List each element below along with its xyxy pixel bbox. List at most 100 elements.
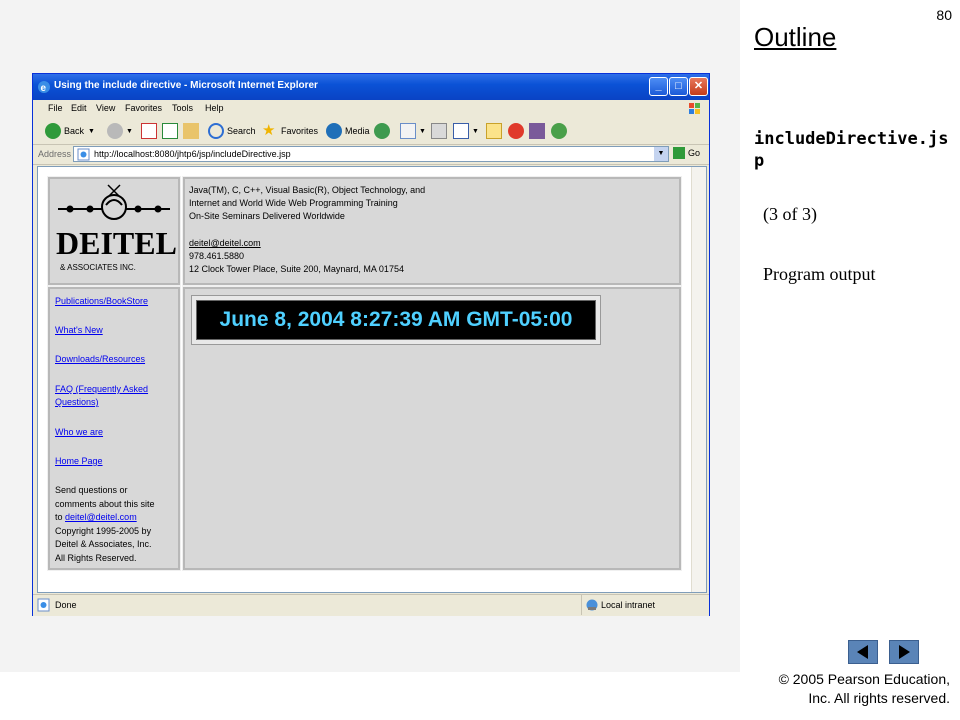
- minimize-button[interactable]: _: [649, 77, 668, 96]
- output-label: Program output: [763, 264, 876, 284]
- maximize-icon: □: [675, 80, 682, 92]
- page-content: DEITEL & ASSOCIATES INC. Java(TM), C, C+…: [37, 166, 707, 593]
- back-label: Back: [64, 126, 85, 136]
- svg-text:e: e: [41, 83, 47, 94]
- part-label: (3 of 3): [763, 204, 817, 224]
- mail-button[interactable]: ▼: [400, 123, 426, 139]
- back-arrow-icon: [45, 123, 61, 139]
- deitel-logo: DEITEL & ASSOCIATES INC.: [56, 184, 177, 272]
- research-button[interactable]: [529, 123, 548, 139]
- copyright-line: © 2005 Pearson Education,: [778, 671, 950, 687]
- menu-bar: File Edit View Favorites Tools Help: [33, 100, 709, 119]
- outline-title[interactable]: Outline: [754, 22, 836, 53]
- print-button[interactable]: [431, 123, 450, 139]
- contacts-button[interactable]: [551, 123, 570, 139]
- media-label: Media: [345, 126, 370, 136]
- back-button[interactable]: Back ▼: [45, 123, 95, 139]
- menu-edit[interactable]: Edit: [71, 103, 87, 113]
- header-email-link[interactable]: deitel@deitel.com: [189, 237, 675, 250]
- page-icon: [77, 148, 90, 161]
- contacts-icon: [551, 123, 567, 139]
- next-slide-button[interactable]: [889, 640, 919, 664]
- home-button[interactable]: [183, 123, 202, 139]
- window-title: Using the include directive - Microsoft …: [54, 80, 318, 91]
- menu-file[interactable]: File: [48, 103, 63, 113]
- address-input[interactable]: http://localhost:8080/jhtp6/jsp/includeD…: [73, 146, 669, 162]
- header-line: On-Site Seminars Delivered Worldwide: [189, 211, 345, 221]
- contact-line: Send questions or: [55, 485, 128, 495]
- messenger-icon: [508, 123, 524, 139]
- edit-button[interactable]: ▼: [453, 123, 479, 139]
- stop-icon: [141, 123, 157, 139]
- address-dropdown-icon[interactable]: ▼: [654, 147, 668, 161]
- copyright-line: Inc. All rights reserved.: [808, 690, 950, 706]
- media-button[interactable]: Media: [326, 123, 370, 139]
- forward-arrow-icon: [107, 123, 123, 139]
- search-icon: [208, 123, 224, 139]
- nav-link-publications[interactable]: Publications/BookStore: [55, 295, 148, 308]
- messenger-button[interactable]: [508, 123, 527, 139]
- toolbar: Back ▼ ▼ Search ★ Favorites Media ▼ ▼: [33, 118, 709, 145]
- nav-link-downloads[interactable]: Downloads/Resources: [55, 353, 145, 366]
- search-button[interactable]: Search: [208, 123, 256, 139]
- contact-text: Send questions or comments about this si…: [55, 484, 155, 565]
- mail-icon: [400, 123, 416, 139]
- contact-prefix: to: [55, 512, 66, 522]
- menu-help[interactable]: Help: [205, 103, 224, 113]
- refresh-icon: [162, 123, 178, 139]
- dropdown-arrow-icon: ▼: [419, 127, 426, 135]
- menu-tools[interactable]: Tools: [172, 103, 193, 113]
- forward-button[interactable]: ▼: [107, 123, 133, 139]
- favorites-button[interactable]: ★ Favorites: [262, 123, 318, 139]
- refresh-button[interactable]: [162, 123, 181, 139]
- research-icon: [529, 123, 545, 139]
- triangle-right-icon: [899, 645, 910, 659]
- copyright: © 2005 Pearson Education, Inc. All right…: [730, 670, 950, 708]
- contact-line: comments about this site: [55, 498, 155, 509]
- go-arrow-icon: [673, 147, 685, 159]
- status-bar: Done Local intranet: [33, 594, 709, 616]
- contact-line: All Rights Reserved.: [55, 552, 137, 563]
- close-button[interactable]: ✕: [689, 77, 708, 96]
- nav-link-whats-new[interactable]: What's New: [55, 324, 103, 337]
- maximize-button[interactable]: □: [669, 77, 688, 96]
- logo-text-sub: & ASSOCIATES INC.: [60, 263, 136, 272]
- previous-slide-button[interactable]: [848, 640, 878, 664]
- nav-link-home-page[interactable]: Home Page: [55, 455, 103, 468]
- printer-icon: [431, 123, 447, 139]
- windows-flag-icon: [689, 103, 700, 114]
- clock-display: June 8, 2004 8:27:39 AM GMT-05:00: [196, 300, 596, 340]
- menu-view[interactable]: View: [96, 103, 115, 113]
- header-phone: 978.461.5880: [189, 251, 245, 261]
- menu-favorites[interactable]: Favorites: [125, 103, 162, 113]
- ie-icon: e: [38, 81, 50, 94]
- title-bar[interactable]: e Using the include directive - Microsof…: [33, 74, 709, 100]
- go-button[interactable]: Go: [673, 147, 700, 159]
- contact-line: Copyright 1995-2005 by: [55, 525, 152, 536]
- note-icon: [486, 123, 502, 139]
- nav-link-who-we-are[interactable]: Who we are: [55, 426, 103, 439]
- contact-email-link[interactable]: deitel@deitel.com: [65, 512, 137, 522]
- address-url: http://localhost:8080/jhtp6/jsp/includeD…: [94, 149, 291, 159]
- word-icon: [453, 123, 469, 139]
- favorites-label: Favorites: [281, 126, 319, 136]
- dropdown-arrow-icon: ▼: [126, 127, 133, 135]
- contact-line: Deitel & Associates, Inc.: [55, 539, 152, 549]
- close-icon: ✕: [693, 80, 704, 92]
- dropdown-arrow-icon: ▼: [88, 127, 95, 135]
- go-label: Go: [688, 148, 701, 158]
- media-icon: [326, 123, 342, 139]
- nav-link-faq[interactable]: FAQ (Frequently Asked: [55, 383, 148, 396]
- home-icon: [183, 123, 199, 139]
- history-button[interactable]: [374, 123, 393, 139]
- discuss-button[interactable]: [486, 123, 505, 139]
- vertical-scrollbar[interactable]: [691, 167, 706, 592]
- minimize-icon: _: [655, 80, 662, 92]
- header-line: Internet and World Wide Web Programming …: [189, 198, 398, 208]
- nav-link-faq-line2[interactable]: Questions): [55, 396, 99, 409]
- logo-pane: DEITEL & ASSOCIATES INC.: [47, 176, 181, 286]
- history-icon: [374, 123, 390, 139]
- stop-button[interactable]: [141, 123, 160, 139]
- address-bar: Address http://localhost:8080/jhtp6/jsp/…: [33, 145, 709, 165]
- search-label: Search: [227, 126, 256, 136]
